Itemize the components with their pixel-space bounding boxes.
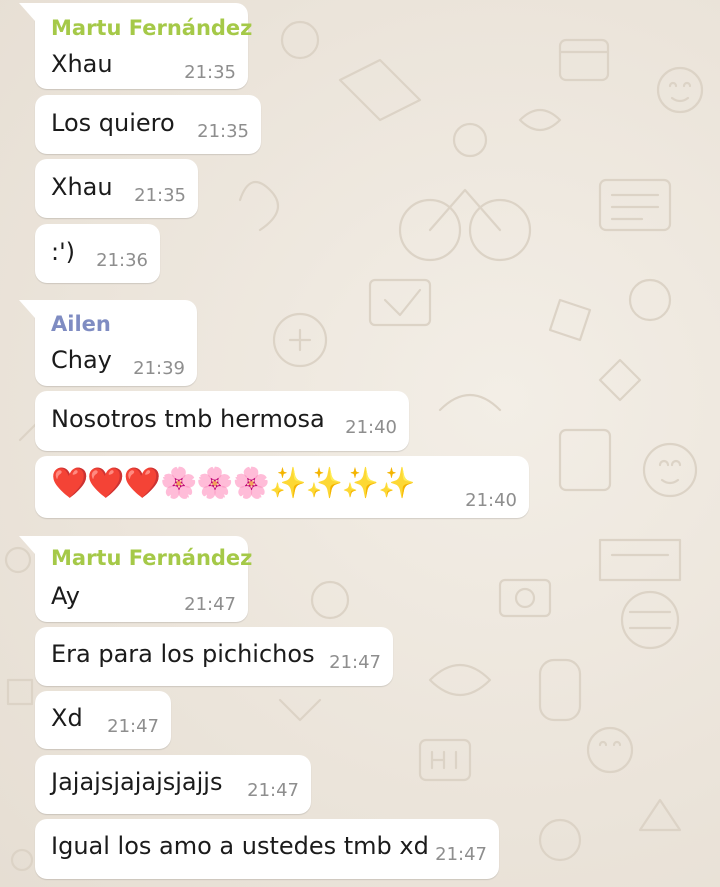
- message-text: Xd: [51, 704, 83, 732]
- message-time: 21:36: [96, 250, 148, 271]
- bubble-tail: [19, 3, 35, 21]
- message-time: 21:35: [134, 185, 186, 206]
- message-emoji-text: ❤️❤️❤️🌸🌸🌸✨✨✨✨: [51, 466, 416, 501]
- message-time: 21:47: [247, 780, 299, 801]
- message-bubble[interactable]: Era para los pichichos 21:47: [35, 627, 393, 686]
- sender-name[interactable]: Martu Fernández: [51, 546, 252, 570]
- message-time: 21:47: [329, 652, 381, 673]
- message-bubble[interactable]: Xd 21:47: [35, 691, 171, 749]
- message-time: 21:47: [435, 844, 487, 865]
- message-bubble[interactable]: Ailen Chay 21:39: [19, 300, 197, 386]
- message-text: Chay: [51, 346, 112, 374]
- message-text: Xhau: [51, 173, 113, 201]
- sender-name[interactable]: Ailen: [51, 312, 111, 336]
- message-text: Igual los amo a ustedes tmb xd: [51, 832, 429, 860]
- message-bubble[interactable]: :') 21:36: [35, 224, 160, 283]
- message-bubble[interactable]: Xhau 21:35: [35, 159, 198, 218]
- message-time: 21:40: [465, 490, 517, 511]
- message-time: 21:47: [107, 716, 159, 737]
- message-text: :'): [51, 238, 76, 266]
- message-text: Ay: [51, 582, 80, 610]
- message-bubble[interactable]: Igual los amo a ustedes tmb xd 21:47: [35, 819, 499, 879]
- message-text: Jajajsjajajsjajjs: [51, 768, 223, 796]
- message-time: 21:40: [345, 417, 397, 438]
- message-bubble[interactable]: Jajajsjajajsjajjs 21:47: [35, 755, 311, 814]
- message-text: Nosotros tmb hermosa: [51, 405, 325, 433]
- bubble-tail: [19, 300, 35, 318]
- message-text: Era para los pichichos: [51, 640, 315, 668]
- message-bubble[interactable]: ❤️❤️❤️🌸🌸🌸✨✨✨✨ 21:40: [35, 456, 529, 518]
- message-time: 21:35: [184, 62, 236, 83]
- message-bubble[interactable]: Martu Fernández Ay 21:47: [19, 536, 252, 622]
- bubble-tail: [19, 536, 35, 554]
- message-time: 21:47: [184, 594, 236, 615]
- message-time: 21:35: [197, 121, 249, 142]
- message-bubble[interactable]: Nosotros tmb hermosa 21:40: [35, 391, 409, 451]
- message-text: Xhau: [51, 50, 113, 78]
- message-bubble[interactable]: Los quiero 21:35: [35, 95, 261, 154]
- message-time: 21:39: [133, 358, 185, 379]
- message-bubble[interactable]: Martu Fernández Xhau 21:35: [19, 3, 252, 89]
- message-text: Los quiero: [51, 109, 175, 137]
- sender-name[interactable]: Martu Fernández: [51, 16, 252, 40]
